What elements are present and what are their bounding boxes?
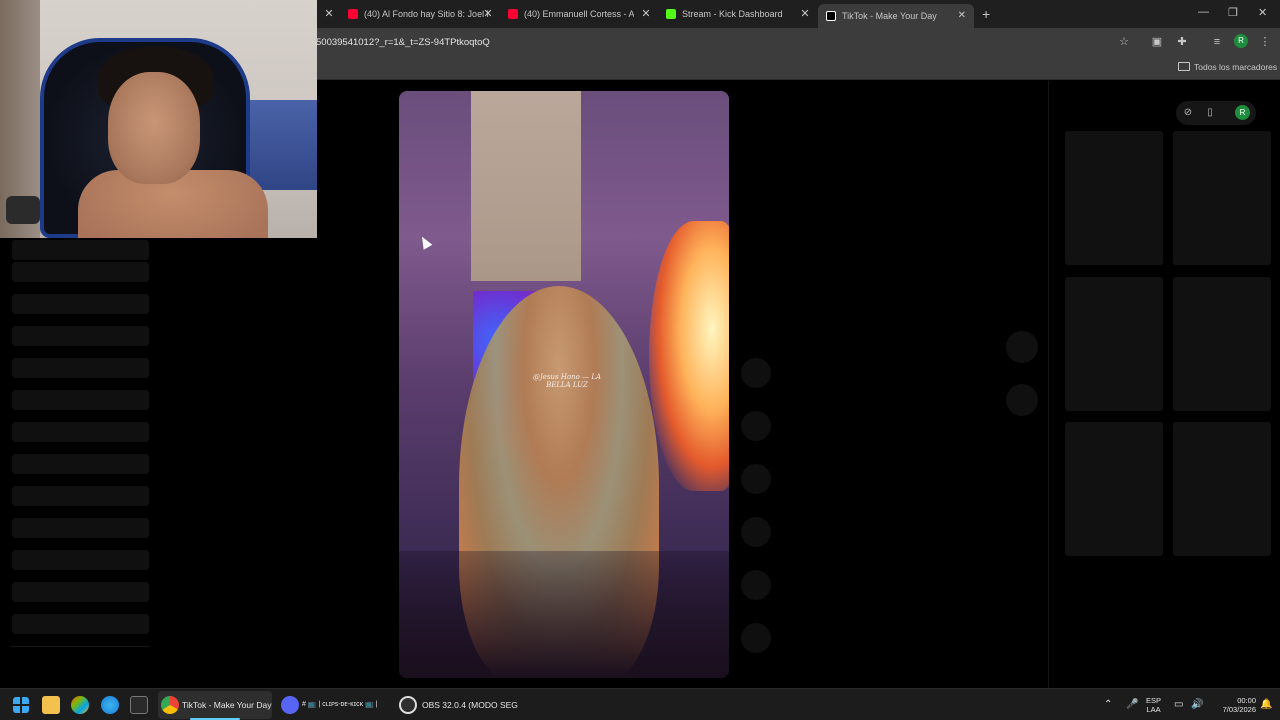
tiktok-icon <box>826 11 836 21</box>
skeleton-row <box>12 518 149 538</box>
webcam-background <box>240 100 317 190</box>
store-icon[interactable] <box>130 696 148 714</box>
compass-icon[interactable]: ⊘ <box>1181 106 1195 120</box>
notifications-icon[interactable]: 🔔 <box>1260 699 1272 710</box>
tab-title: (40) Emmanuell Cortess - Amo <box>524 9 634 19</box>
close-icon[interactable]: ✕ <box>798 7 812 21</box>
suggested-card[interactable] <box>1065 422 1163 556</box>
close-icon[interactable]: ✕ <box>322 7 336 21</box>
close-icon[interactable]: ✕ <box>481 7 495 21</box>
media-controls-icon[interactable]: ≡ <box>1210 35 1224 49</box>
menu-icon[interactable]: ⋮ <box>1258 35 1272 49</box>
streamer-face <box>108 72 200 184</box>
webcam-overlay <box>0 0 317 238</box>
window-close-button[interactable]: ✕ <box>1258 6 1267 19</box>
all-bookmarks-link[interactable]: Todos los marcadores <box>1194 62 1277 72</box>
new-tab-button[interactable]: + <box>982 6 990 22</box>
microphone-icon[interactable]: 🎤 <box>1126 699 1138 710</box>
suggested-card[interactable] <box>1173 277 1271 411</box>
language-top: ESP <box>1146 696 1162 705</box>
webcam-background <box>6 196 40 224</box>
tab-kick-dashboard[interactable]: Stream - Kick Dashboard <box>666 4 802 24</box>
close-icon[interactable]: ✕ <box>958 10 966 21</box>
skeleton-row <box>12 240 149 260</box>
like-button[interactable] <box>741 358 771 388</box>
minimize-button[interactable]: — <box>1198 6 1209 18</box>
start-icon[interactable] <box>13 697 29 713</box>
file-explorer-icon[interactable] <box>42 696 60 714</box>
chrome-icon <box>161 696 179 714</box>
copilot-icon[interactable] <box>71 696 89 714</box>
skeleton-row <box>12 550 149 570</box>
clock-time: 00:00 <box>1237 696 1256 705</box>
account-avatar[interactable]: R <box>1235 105 1250 120</box>
suggested-card[interactable] <box>1065 277 1163 411</box>
profile-avatar[interactable]: R <box>1234 34 1248 48</box>
language-bottom: LAA <box>1146 705 1161 714</box>
windows-taskbar: TikTok - Make Your Day # 📺 | ᴄʟɪᴘs-ᴅᴇ-ᴋɪ… <box>0 688 1280 720</box>
obs-icon[interactable] <box>399 696 417 714</box>
language-indicator[interactable]: ESP LAA <box>1146 696 1161 714</box>
bookmark-star-icon[interactable]: ☆ <box>1117 35 1131 49</box>
music-button[interactable] <box>741 570 771 600</box>
previous-video-button[interactable] <box>1006 331 1038 363</box>
next-video-button[interactable] <box>1006 384 1038 416</box>
skeleton-row <box>12 390 149 410</box>
chevron-up-icon[interactable]: ⌃ <box>1104 699 1112 710</box>
taskbar-obs-label[interactable]: OBS 32.0.4 (MODO SEG <box>422 700 518 710</box>
screen: ✕ (40) Al Fondo hay Sitio 8: Joel l ✕ (4… <box>0 0 1280 720</box>
skeleton-row <box>12 294 149 314</box>
kick-icon <box>666 9 676 19</box>
phone-icon[interactable]: ▯ <box>1203 106 1217 120</box>
skeleton-row <box>12 262 149 282</box>
skeleton-row <box>12 358 149 378</box>
skeleton-row <box>12 582 149 602</box>
skeleton-row <box>12 454 149 474</box>
skeleton-row <box>12 614 149 634</box>
save-button[interactable] <box>741 464 771 494</box>
skeleton-row <box>12 326 149 346</box>
volume-icon[interactable]: 🔊 <box>1191 699 1203 710</box>
youtube-icon <box>348 9 358 19</box>
taskbar-chrome-label: TikTok - Make Your Day <box>182 700 272 710</box>
taskbar-discord-label[interactable]: # 📺 | ᴄʟɪᴘs-ᴅᴇ-ᴋɪᴄᴋ 📺 | <box>302 700 378 708</box>
close-icon[interactable]: ✕ <box>639 7 653 21</box>
restore-button[interactable]: ❐ <box>1228 6 1238 19</box>
background-window <box>471 91 581 281</box>
stage-floor <box>399 551 729 678</box>
tab-emmanuell-cortess[interactable]: (40) Emmanuell Cortess - Amo <box>508 4 634 24</box>
more-button[interactable] <box>741 623 771 653</box>
comment-button[interactable] <box>741 411 771 441</box>
stage-fire <box>649 221 729 491</box>
edge-icon[interactable] <box>101 696 119 714</box>
suggested-card[interactable] <box>1065 131 1163 265</box>
divider <box>10 646 150 647</box>
tab-title: (40) Al Fondo hay Sitio 8: Joel l <box>364 9 489 19</box>
video-watermark: @Jesus Hono — LA BELLA LUZ <box>532 373 602 389</box>
skeleton-row <box>12 486 149 506</box>
discord-icon[interactable] <box>281 696 299 714</box>
extensions-icon[interactable]: ✚ <box>1175 35 1189 49</box>
network-icon[interactable]: ▭ <box>1174 699 1183 710</box>
clock-date: 7/03/2026 <box>1222 705 1256 714</box>
tab-title: Stream - Kick Dashboard <box>682 9 783 19</box>
clock[interactable]: 00:00 7/03/2026 <box>1210 696 1256 714</box>
video-player[interactable]: @Jesus Hono — LA BELLA LUZ <box>399 91 729 678</box>
skeleton-row <box>12 422 149 442</box>
cast-icon[interactable]: ▣ <box>1150 35 1164 49</box>
suggested-card[interactable] <box>1173 131 1271 265</box>
suggested-card[interactable] <box>1173 422 1271 556</box>
tab-title: TikTok - Make Your Day <box>842 11 937 21</box>
right-panel-divider <box>1048 81 1049 688</box>
youtube-icon <box>508 9 518 19</box>
share-button[interactable] <box>741 517 771 547</box>
tab-al-fondo-hay-sitio[interactable]: (40) Al Fondo hay Sitio 8: Joel l <box>348 4 494 24</box>
address-bar[interactable]: 50039541012?_r=1&_t=ZS-94TPtkoqtoQ <box>316 37 490 48</box>
folder-icon <box>1178 62 1190 71</box>
tab-tiktok[interactable]: TikTok - Make Your Day ✕ <box>818 4 974 28</box>
